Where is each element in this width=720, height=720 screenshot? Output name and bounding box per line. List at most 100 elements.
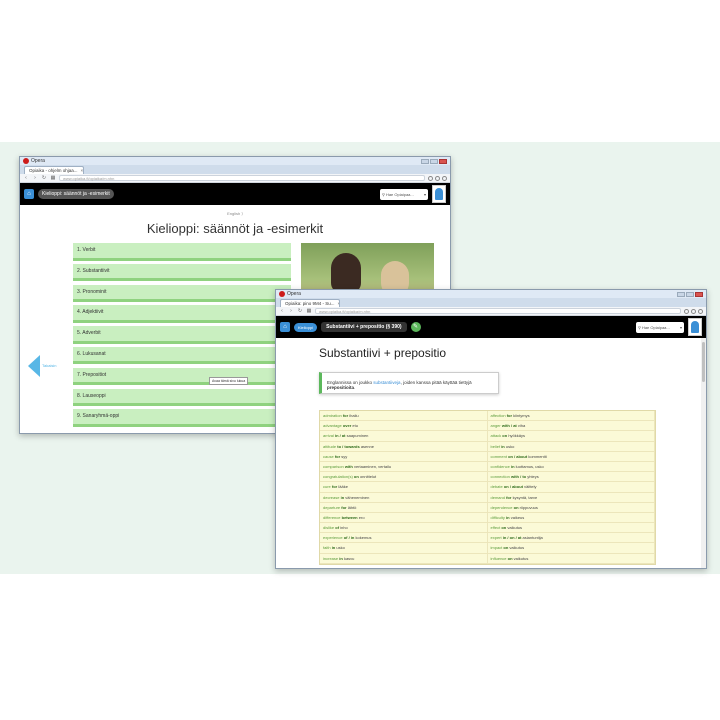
finnish-translation: onnittelut	[359, 474, 377, 480]
preposition-word: in / on / at	[502, 535, 522, 541]
noun-word: anger	[490, 423, 501, 429]
chevron-down-icon: ▾	[423, 191, 426, 197]
avatar[interactable]	[688, 318, 702, 336]
photo-person	[331, 253, 361, 293]
chevron-down-icon: ▾	[679, 324, 682, 330]
preposition-word: for	[341, 504, 347, 510]
preposition-word: between	[341, 514, 358, 520]
preposition-word: for	[506, 413, 513, 418]
table-cell: experience of / in kokemus	[320, 533, 488, 543]
browser-tab[interactable]: Opiaika: pino 9M4 - Su... ×	[280, 299, 340, 307]
preposition-word: to / towards	[337, 443, 360, 449]
navigation-bar: ‹ › ↻ ▦ www.opiaika.fi/opiaika/m.nhn	[276, 307, 706, 316]
finnish-translation: saapuminen	[346, 433, 369, 439]
breadcrumb[interactable]: Kielioppi: säännöt ja -esimerkit	[38, 189, 114, 199]
user-icon	[691, 321, 699, 333]
note-emphasis: prepositioita	[327, 385, 355, 390]
noun-word: confidence	[490, 463, 510, 469]
scrollbar-thumb[interactable]	[702, 342, 705, 382]
menu-item[interactable]: 7. Prepositiot	[73, 367, 291, 386]
minimize-button[interactable]	[421, 158, 429, 164]
back-label[interactable]: Takaisin	[42, 363, 56, 368]
noun-word: congratulation(s)	[323, 474, 353, 480]
table-cell: impact on vaikutus	[487, 543, 655, 553]
reload-icon[interactable]: ↻	[297, 308, 303, 314]
reload-icon[interactable]: ↻	[41, 175, 47, 181]
table-cell: effect on vaikutus	[487, 523, 655, 533]
menu-item[interactable]: 4. Adjektiivit	[73, 305, 291, 323]
breadcrumb[interactable]: Substantiivi + prepositio (§ 390)	[321, 322, 407, 332]
menu-item[interactable]: 6. Lukusanat	[73, 346, 291, 365]
speed-dial-icon[interactable]: ▦	[306, 308, 312, 314]
scrollbar[interactable]	[701, 338, 706, 568]
finnish-translation: lähtö	[347, 504, 357, 510]
preposition-word: for	[331, 484, 338, 490]
menu-item[interactable]: 8. Lauseoppi	[73, 388, 291, 407]
home-icon[interactable]: ⌂	[280, 322, 290, 332]
avatar[interactable]	[432, 185, 446, 203]
search-input[interactable]: ⚲ Hae Opiaipaa... ▾	[636, 321, 684, 333]
preposition-word: of / in	[343, 535, 355, 541]
address-bar[interactable]: www.opiaika.fi/opiaika/m.nhn	[315, 308, 681, 314]
table-row: congratulation(s) on onnittelut connectio…	[320, 472, 655, 483]
table-cell: comparison with vertaaminen, vertailu	[320, 461, 488, 472]
close-tab-icon[interactable]: ×	[338, 301, 339, 306]
finnish-translation: asenne	[360, 443, 374, 449]
table-row: dislike of inho effect on vaikutus	[320, 523, 655, 534]
finnish-translation: etu	[352, 423, 358, 429]
heart-icon[interactable]	[684, 308, 689, 314]
heart-icon[interactable]	[428, 175, 433, 181]
table-row: experience of / in kokemus expert in / on…	[320, 533, 655, 544]
home-icon[interactable]: ⌂	[24, 189, 34, 199]
search-input[interactable]: ⚲ Hae Opiaipaa... ▾	[380, 188, 428, 200]
preposition-word: in	[510, 463, 515, 469]
noun-word: difference	[323, 514, 341, 520]
table-cell: dislike of inho	[320, 523, 488, 533]
finnish-translation: väheneminen	[345, 494, 370, 500]
download-icon[interactable]	[435, 175, 440, 181]
menu-item[interactable]: 1. Verbit	[73, 243, 291, 261]
close-window-button[interactable]	[439, 158, 447, 164]
table-cell: congratulation(s) on onnittelut	[320, 472, 488, 482]
window-controls	[421, 158, 450, 164]
note-link[interactable]: substantiiveja	[373, 380, 400, 385]
menu-icon[interactable]	[442, 175, 447, 181]
forward-nav-icon[interactable]: ›	[32, 175, 38, 181]
minimize-button[interactable]	[677, 291, 685, 297]
finnish-translation: kysyntä, tarve	[512, 494, 538, 500]
back-nav-icon[interactable]: ‹	[23, 175, 29, 181]
language-link[interactable]: English ⟩	[20, 211, 450, 216]
close-tab-icon[interactable]: ×	[81, 168, 83, 173]
finnish-translation: riippuvuus	[519, 504, 538, 510]
preposition-word: on	[513, 504, 519, 510]
table-row: difference between ero difficulty in vaik…	[320, 512, 655, 524]
close-window-button[interactable]	[695, 291, 703, 297]
note-text: , joiden kanssa pitää käyttää tiettyjä	[400, 380, 472, 385]
search-placeholder: Hae Opiaipaa...	[385, 191, 414, 197]
speed-dial-icon[interactable]: ▦	[50, 175, 56, 181]
menu-item[interactable]: 9. Sanaryhmä-oppi	[73, 409, 291, 427]
finnish-translation: usko	[505, 443, 515, 449]
back-arrow-icon[interactable]	[28, 355, 40, 377]
back-nav-icon[interactable]: ‹	[279, 308, 285, 314]
menu-item[interactable]: 2. Substantiivit	[73, 263, 291, 282]
browser-tab[interactable]: Opiaika - ohjelm ohjaa... ×	[24, 166, 84, 174]
finnish-translation: kasvu	[343, 555, 355, 561]
download-icon[interactable]	[691, 308, 696, 314]
menu-item[interactable]: 3. Pronominit	[73, 284, 291, 303]
table-cell: confidence in luottamus, usko	[487, 461, 655, 472]
tab-label: Opiaika - ohjelm ohjaa...	[29, 168, 78, 173]
wrench-icon[interactable]: ✎	[410, 322, 421, 332]
forward-nav-icon[interactable]: ›	[288, 308, 294, 314]
finnish-translation: vaikutus	[509, 545, 525, 551]
menu-icon[interactable]	[698, 308, 703, 314]
noun-word: experience	[323, 535, 343, 541]
breadcrumb-parent[interactable]: Kielioppi	[294, 322, 318, 332]
maximize-button[interactable]	[430, 158, 438, 164]
tab-label: Opiaika: pino 9M4 - Su...	[285, 301, 335, 306]
table-cell: difference between ero	[320, 512, 488, 523]
menu-item[interactable]: 5. Adverbit	[73, 326, 291, 344]
address-bar[interactable]: www.opiaika.fi/opiaika/m.nhn	[59, 175, 425, 181]
page-content: Substantiivi + prepositio Englannissa on…	[276, 338, 706, 568]
maximize-button[interactable]	[686, 291, 694, 297]
